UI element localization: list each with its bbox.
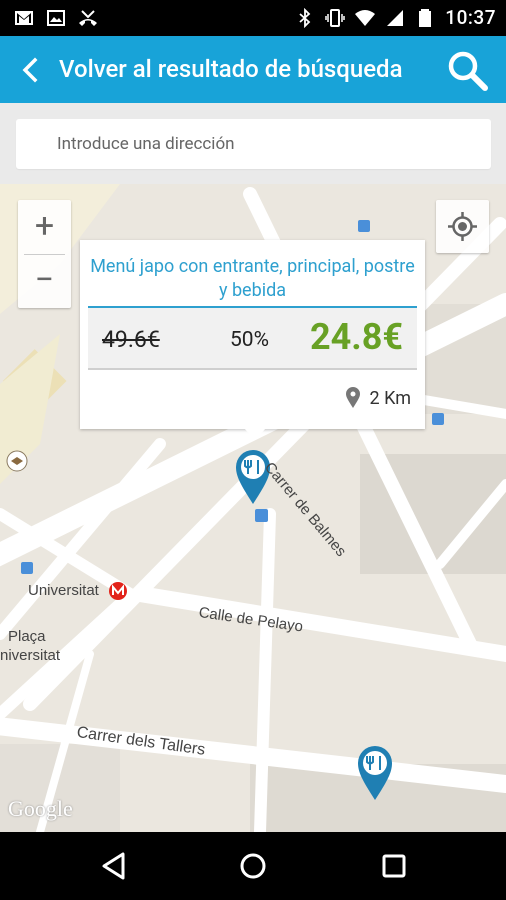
gmail-icon xyxy=(15,11,33,25)
bluetooth-icon xyxy=(299,7,311,28)
signal-icon xyxy=(387,9,404,26)
vibrate-icon xyxy=(325,8,346,27)
battery-icon xyxy=(419,8,432,27)
gallery-icon xyxy=(47,10,65,26)
zoom-in-button[interactable]: + xyxy=(18,200,71,253)
page-title[interactable]: Volver al resultado de búsqueda xyxy=(59,55,403,83)
offer-popup[interactable]: Menú japo con entrante, principal, postr… xyxy=(80,240,425,429)
back-triangle-icon[interactable] xyxy=(96,848,132,884)
distance-value: 2 Km xyxy=(369,387,411,409)
zoom-controls: + − xyxy=(18,200,71,308)
home-circle-icon[interactable] xyxy=(235,848,271,884)
distance-info: 2 Km xyxy=(345,387,411,409)
navigation-bar xyxy=(0,832,506,900)
address-search-bar: Introduce una dirección xyxy=(0,103,506,184)
location-pin-icon xyxy=(345,387,360,408)
clock: 10:37 xyxy=(445,6,496,29)
zoom-out-button[interactable]: − xyxy=(18,255,71,308)
back-arrow-icon[interactable] xyxy=(18,56,42,84)
popup-pointer xyxy=(244,428,266,440)
missed-call-icon xyxy=(79,10,97,26)
notification-icons xyxy=(14,8,98,28)
search-icon[interactable] xyxy=(446,49,490,93)
price-band: 49.6€ 50% 24.8€ xyxy=(88,306,417,370)
place-label: Universitat xyxy=(28,582,99,599)
old-price: 49.6€ xyxy=(102,326,160,353)
place-label: Plaça xyxy=(8,628,46,645)
crosshair-icon xyxy=(448,212,477,241)
recents-square-icon[interactable] xyxy=(376,848,412,884)
place-label: niversitat xyxy=(0,647,61,664)
status-bar: 10:37 xyxy=(0,0,506,36)
app-bar: Volver al resultado de búsqueda xyxy=(0,36,506,103)
my-location-button[interactable] xyxy=(436,200,489,253)
wifi-icon xyxy=(355,9,376,26)
new-price: 24.8€ xyxy=(309,316,403,358)
offer-title: Menú japo con entrante, principal, postr… xyxy=(90,256,415,301)
discount-percent: 50% xyxy=(230,328,269,352)
address-input[interactable]: Introduce una dirección xyxy=(16,119,491,169)
system-icons: 10:37 xyxy=(295,6,496,29)
google-logo: Google xyxy=(8,796,73,821)
